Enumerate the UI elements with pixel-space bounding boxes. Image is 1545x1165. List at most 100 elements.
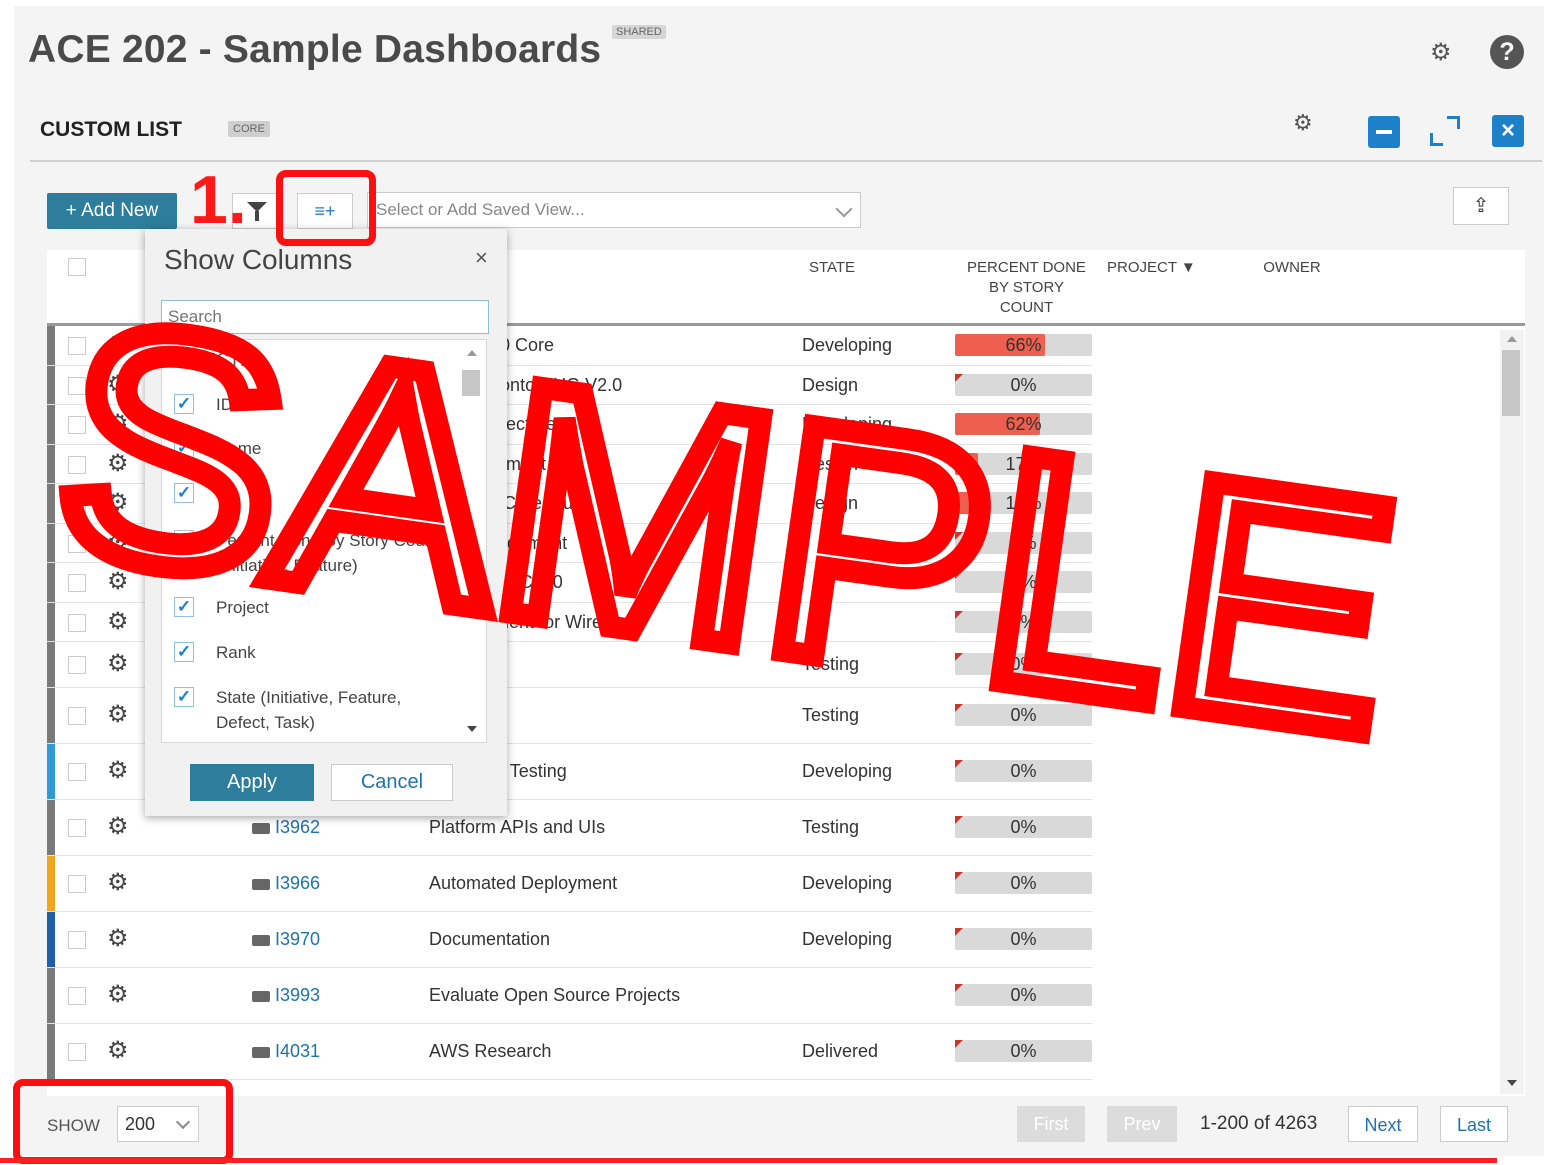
row-gear-icon[interactable]: ⚙ [107,927,129,951]
row-gear-icon[interactable]: ⚙ [107,1039,129,1063]
close-icon[interactable]: × [475,245,488,271]
row-state: Developing [802,335,893,355]
row-id-link[interactable]: I3962 [252,817,320,838]
row-id-link[interactable]: I3966 [252,873,320,894]
row-checkbox[interactable] [68,456,86,474]
row-checkbox[interactable] [68,377,86,395]
first-page-button[interactable]: First [1017,1106,1085,1142]
row-checkbox[interactable] [68,1043,86,1061]
table-row[interactable]: ⚙ I3966 Automated Deployment Developing 0% [47,856,1507,912]
column-list: SELECTED ✓ ID ✓ Name ✓ Percent Done By Story … [161,339,487,743]
percent-done-value: 0% [1010,533,1037,553]
column-option-checkbox[interactable]: ✓ [174,483,194,503]
column-option-checkbox[interactable]: ✓ [174,687,194,707]
row-color-bar [47,1024,55,1080]
row-gear-icon[interactable]: ⚙ [107,452,129,476]
percent-done-value: 12% [1005,493,1042,513]
minimize-panel-button[interactable] [1368,116,1400,148]
prev-page-button[interactable]: Prev [1107,1106,1177,1142]
annotation-step-number: 1. [190,162,247,238]
last-page-button[interactable]: Last [1440,1106,1508,1142]
row-state: Delivered [802,1041,879,1061]
select-all-checkbox[interactable] [68,258,86,276]
row-checkbox[interactable] [68,535,86,553]
column-option-checkbox[interactable]: ✓ [174,642,194,662]
row-gear-icon[interactable]: ⚙ [107,759,129,783]
dashboard-settings-gear-icon[interactable]: ⚙ [1430,38,1452,67]
row-checkbox[interactable] [68,416,86,434]
column-search-input[interactable] [161,300,489,334]
row-color-bar [47,603,55,642]
column-option-checkbox[interactable] [174,530,194,550]
row-gear-icon[interactable]: ⚙ [107,373,129,397]
close-panel-button[interactable]: × [1492,115,1524,147]
row-gear-icon[interactable]: ⚙ [107,491,129,515]
row-checkbox[interactable] [68,987,86,1005]
table-row[interactable]: ⚙ I4031 AWS Research Delivered 0% [47,1024,1507,1080]
pagination-range: 1-200 of 4263 [1200,1113,1318,1134]
row-gear-icon[interactable]: ⚙ [107,815,129,839]
saved-view-select[interactable]: Select or Add Saved View... [367,192,861,228]
row-id-link[interactable]: I3993 [252,985,320,1006]
percent-done-value: 0% [1010,929,1037,949]
row-name: Documentation [429,929,551,949]
percent-done-bar: 0% [955,872,1092,894]
row-checkbox[interactable] [68,875,86,893]
export-icon[interactable]: ⇪ [1453,187,1509,225]
row-state: Developing [802,873,893,893]
help-icon[interactable]: ? [1490,35,1524,69]
apply-button[interactable]: Apply [190,764,314,801]
row-checkbox[interactable] [68,819,86,837]
row-id[interactable]: I3962 [275,817,320,837]
row-gear-icon[interactable]: ⚙ [107,333,129,357]
column-header-state[interactable]: STATE [792,258,872,278]
panel-title: CUSTOM LIST [40,118,182,141]
percent-done-bar: 0% [955,928,1092,950]
row-color-bar [47,326,55,366]
column-option-checkbox[interactable]: ✓ [174,597,194,617]
grid-scrollbar[interactable] [1500,330,1524,1094]
row-checkbox[interactable] [68,763,86,781]
table-row[interactable]: ⚙ I3993 Evaluate Open Source Projects 0% [47,968,1507,1024]
percent-done-value: 0% [1010,761,1037,781]
column-option-label: State (Initiative, Feature, Defect, Task… [216,688,402,732]
row-id-link[interactable]: I4031 [252,1041,320,1062]
next-page-button[interactable]: Next [1348,1106,1418,1142]
column-option-checkbox[interactable]: ✓ [174,438,194,458]
column-header-project[interactable]: PROJECT ▼ [1107,258,1207,278]
column-header-owner[interactable]: OWNER [1257,258,1327,278]
column-option-checkbox[interactable]: ✓ [174,394,194,414]
row-gear-icon[interactable]: ⚙ [107,652,129,676]
row-id[interactable]: I4031 [275,1041,320,1061]
panel-settings-gear-icon[interactable]: ⚙ [1293,110,1313,136]
add-new-button[interactable]: + Add New [47,193,177,229]
row-checkbox[interactable] [68,574,86,592]
row-gear-icon[interactable]: ⚙ [107,412,129,436]
maximize-panel-button[interactable] [1428,114,1462,148]
row-checkbox[interactable] [68,337,86,355]
row-id[interactable]: I3966 [275,873,320,893]
row-gear-icon[interactable]: ⚙ [107,570,129,594]
table-row[interactable]: ⚙ I3970 Documentation Developing 0% [47,912,1507,968]
row-color-bar [47,524,55,563]
row-checkbox[interactable] [68,707,86,725]
row-checkbox[interactable] [68,656,86,674]
column-list-scrollbar[interactable] [460,342,484,740]
row-checkbox[interactable] [68,931,86,949]
row-id[interactable]: I3970 [275,929,320,949]
percent-done-bar: 0% [955,611,1092,633]
row-id[interactable]: I3993 [275,985,320,1005]
row-gear-icon[interactable]: ⚙ [107,983,129,1007]
core-badge: CORE [228,121,270,137]
row-gear-icon[interactable]: ⚙ [107,703,129,727]
row-gear-icon[interactable]: ⚙ [107,610,129,634]
saved-view-placeholder: Select or Add Saved View... [376,200,585,219]
row-id-link[interactable]: I3970 [252,929,320,950]
row-checkbox[interactable] [68,495,86,513]
cancel-button[interactable]: Cancel [331,764,453,801]
row-gear-icon[interactable]: ⚙ [107,871,129,895]
row-checkbox[interactable] [68,614,86,632]
row-color-bar [47,912,55,968]
column-header-percent-done[interactable]: PERCENT DONE BY STORY COUNT [959,258,1094,318]
row-gear-icon[interactable]: ⚙ [107,531,129,555]
